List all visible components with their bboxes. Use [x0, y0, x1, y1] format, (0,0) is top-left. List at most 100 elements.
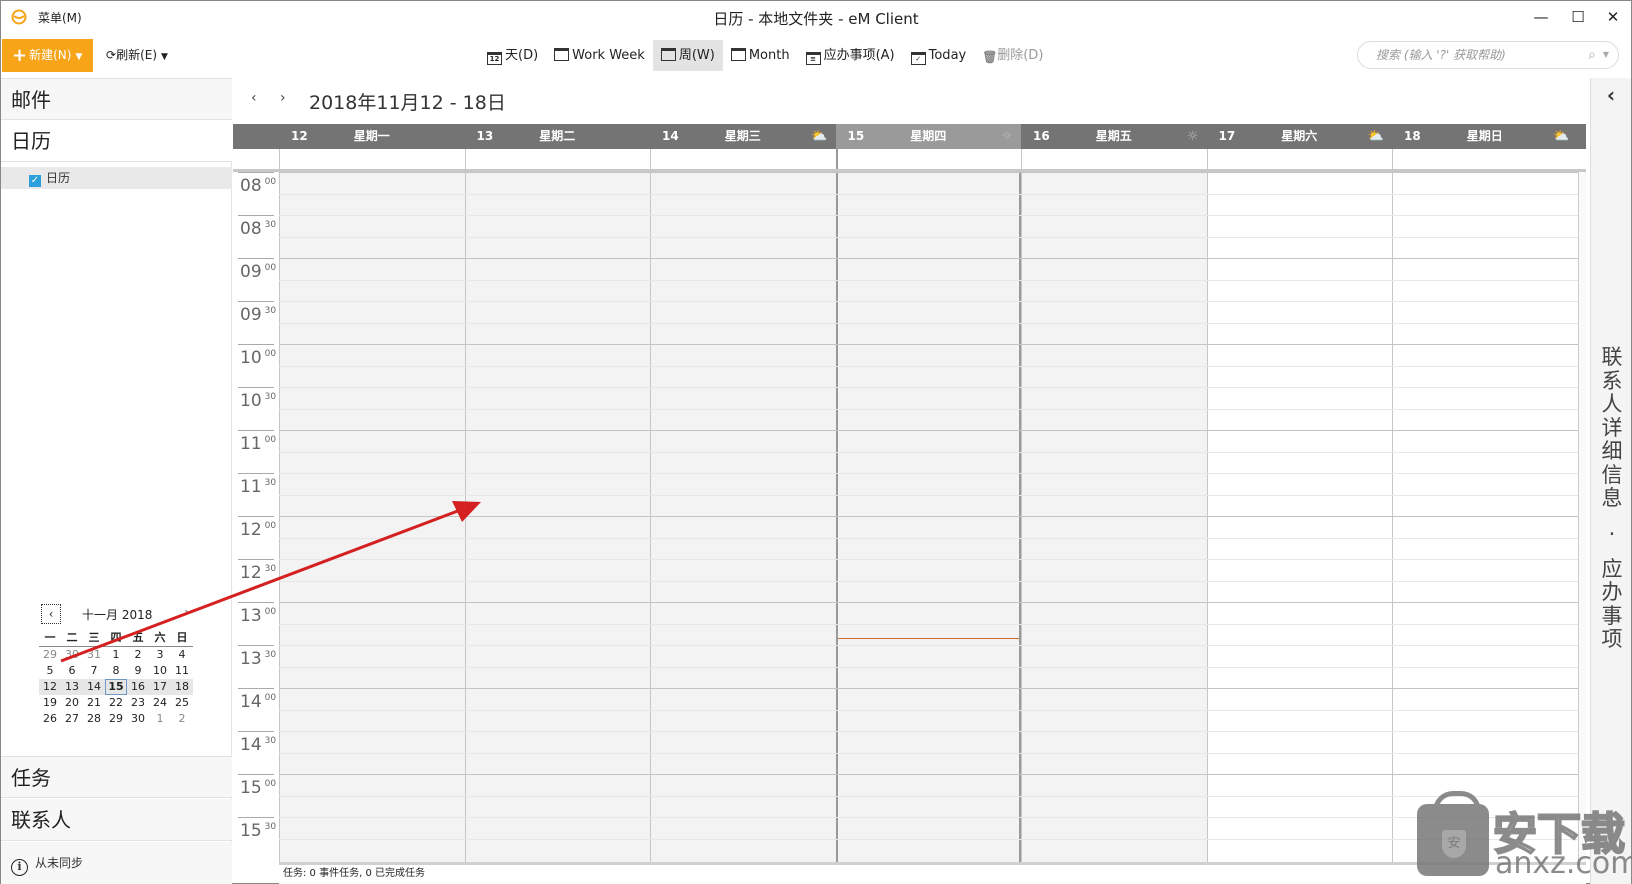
mini-cal-day[interactable]: 23: [127, 695, 149, 711]
right-side-panel[interactable]: ‹ 联系人详细信息 · 应办事项: [1590, 78, 1631, 884]
mini-cal-day[interactable]: 10: [149, 663, 171, 679]
mini-cal-day[interactable]: 24: [149, 695, 171, 711]
day-header-18[interactable]: 18 星期日 ⛅: [1392, 124, 1578, 149]
view-delete-button[interactable]: 🗑删除(D): [974, 40, 1051, 71]
mini-cal-day[interactable]: 9: [127, 663, 149, 679]
mini-cal-day[interactable]: 30: [127, 711, 149, 727]
mini-cal-day[interactable]: 18: [171, 679, 193, 695]
mini-cal-day[interactable]: 22: [105, 695, 127, 711]
mini-cal-day[interactable]: 19: [39, 695, 61, 711]
calendar-list-item[interactable]: ✓ 日历: [1, 167, 232, 189]
mini-cal-day[interactable]: 1: [105, 647, 127, 663]
all-day-row[interactable]: [233, 149, 1586, 172]
nav-calendar[interactable]: 日历: [1, 120, 232, 162]
view-today-button[interactable]: ✓ Today: [903, 40, 975, 71]
all-day-cell[interactable]: [650, 149, 836, 169]
watermark-bag-icon: 安: [1417, 791, 1489, 876]
time-grid[interactable]: 08 00 08 30 09 00 09 30 10 00 10 30 11 00 11 30 12 00 12 30…: [233, 172, 1586, 862]
nav-mail[interactable]: 邮件: [1, 78, 232, 120]
view-day-button[interactable]: 12 天(D): [479, 40, 546, 71]
mini-cal-day[interactable]: 31: [83, 647, 105, 663]
mini-cal-prev-button[interactable]: ‹: [41, 604, 61, 624]
grid-line: [279, 795, 1578, 797]
day-column-16[interactable]: [1021, 172, 1207, 862]
partly-cloudy-weather-icon: ⛅: [1367, 129, 1384, 144]
day-column-13[interactable]: [464, 172, 650, 862]
day-header-16[interactable]: 16 星期五 ☼: [1021, 124, 1207, 149]
maximize-button[interactable]: ☐: [1563, 6, 1593, 28]
all-day-cell[interactable]: [1021, 149, 1207, 169]
day-name: 星期日: [1466, 129, 1503, 143]
mini-cal-day[interactable]: 6: [61, 663, 83, 679]
checkbox-checked-icon[interactable]: ✓: [29, 175, 41, 187]
nav-contacts[interactable]: 联系人: [1, 799, 232, 841]
mini-cal-day[interactable]: 8: [105, 663, 127, 679]
time-label: 12 30: [238, 559, 276, 602]
day-column-14[interactable]: [650, 172, 836, 862]
expand-panel-button[interactable]: ‹: [1591, 83, 1631, 107]
chevron-down-icon[interactable]: ▼: [1603, 42, 1609, 68]
mini-cal-day[interactable]: 20: [61, 695, 83, 711]
search-input[interactable]: 搜索 (输入 '?' 获取帮助) ⌕ ▼: [1357, 41, 1619, 69]
time-column: 08 00 08 30 09 00 09 30 10 00 10 30 11 00 11 30 12 00 12 30…: [233, 172, 279, 862]
day-column-18[interactable]: [1392, 172, 1578, 862]
mini-cal-day[interactable]: 27: [61, 711, 83, 727]
grid-line: [279, 408, 1578, 410]
new-button[interactable]: + 新建(N) ▼: [2, 39, 93, 72]
mini-cal-day[interactable]: 11: [171, 663, 193, 679]
mini-cal-day[interactable]: 4: [171, 647, 193, 663]
minimize-button[interactable]: —: [1526, 6, 1556, 28]
mini-cal-day[interactable]: 5: [39, 663, 61, 679]
prev-week-button[interactable]: ‹: [251, 90, 257, 106]
day-header-17[interactable]: 17 星期六 ⛅: [1207, 124, 1393, 149]
day-header-13[interactable]: 13 星期二: [465, 124, 651, 149]
view-agenda-button[interactable]: ≡ 应办事项(A): [798, 40, 903, 71]
day-column-17[interactable]: [1206, 172, 1392, 862]
mini-cal-day[interactable]: 2: [171, 711, 193, 727]
mini-cal-day[interactable]: 16: [127, 679, 149, 695]
day-header-12[interactable]: 12 星期一: [279, 124, 465, 149]
time-hour: 13: [240, 649, 262, 669]
mini-cal-day[interactable]: 13: [61, 679, 83, 695]
time-minute: 30: [264, 822, 277, 832]
day-header-15[interactable]: 15 星期四 ☼: [835, 124, 1021, 149]
mini-cal-day[interactable]: 21: [83, 695, 105, 711]
mini-cal-day[interactable]: 29: [39, 647, 61, 663]
mini-cal-weekday: 三: [83, 629, 105, 647]
grid-scrollbar[interactable]: [1578, 172, 1586, 862]
all-day-cell[interactable]: [279, 149, 465, 169]
next-week-button[interactable]: ›: [280, 90, 286, 106]
mini-cal-day[interactable]: 29: [105, 711, 127, 727]
mini-cal-day[interactable]: 26: [39, 711, 61, 727]
view-work-week-button[interactable]: Work Week: [546, 40, 653, 71]
mini-cal-day[interactable]: 3: [149, 647, 171, 663]
day-column-15[interactable]: [835, 172, 1021, 862]
time-hour: 15: [240, 778, 262, 798]
mini-cal-day[interactable]: 28: [83, 711, 105, 727]
mini-cal-today[interactable]: 15: [105, 679, 127, 695]
refresh-button[interactable]: ⟳刷新(E) ▼: [106, 39, 168, 72]
day-column-12[interactable]: [279, 172, 465, 862]
all-day-cell[interactable]: [1206, 149, 1393, 169]
mini-cal-day[interactable]: 14: [83, 679, 105, 695]
nav-tasks[interactable]: 任务: [1, 756, 232, 798]
all-day-cell[interactable]: [835, 149, 1022, 169]
mini-cal-day[interactable]: 25: [171, 695, 193, 711]
mini-cal-day[interactable]: 2: [127, 647, 149, 663]
all-day-cell[interactable]: [1392, 149, 1578, 169]
close-button[interactable]: ✕: [1598, 6, 1628, 28]
day-name: 星期五: [1095, 129, 1132, 143]
mini-cal-day[interactable]: 30: [61, 647, 83, 663]
mini-cal-day[interactable]: 12: [39, 679, 61, 695]
mini-cal-next-button[interactable]: ›: [184, 605, 189, 619]
view-week-button[interactable]: 周(W): [652, 40, 723, 71]
mini-cal-day[interactable]: 17: [149, 679, 171, 695]
day-header-14[interactable]: 14 星期三 ⛅: [650, 124, 836, 149]
side-panel-label[interactable]: 联系人详细信息 · 应办事项: [1600, 345, 1624, 652]
mini-cal-day[interactable]: 1: [149, 711, 171, 727]
mini-cal-day[interactable]: 7: [83, 663, 105, 679]
view-month-button[interactable]: Month: [723, 40, 798, 71]
grid-line: [279, 602, 1578, 603]
all-day-cell[interactable]: [464, 149, 651, 169]
search-icon[interactable]: ⌕: [1588, 42, 1596, 68]
